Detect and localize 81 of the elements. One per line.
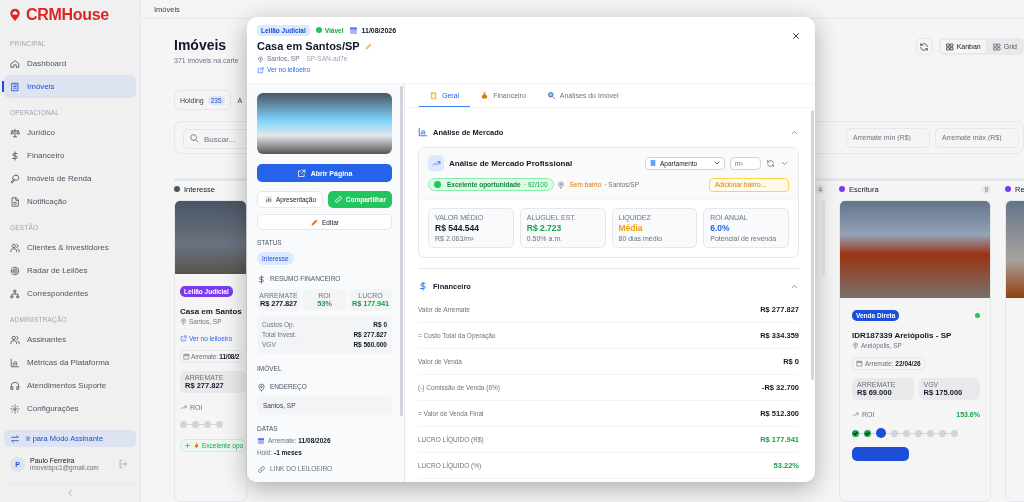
key-icon xyxy=(10,173,20,184)
link-icon xyxy=(333,195,343,204)
magnifier-icon xyxy=(546,90,556,100)
nav-item[interactable]: Imóveis xyxy=(4,75,136,98)
grid-icon xyxy=(945,42,954,51)
card-title: IDR187339 Areiópolis - SP xyxy=(852,331,953,340)
calendar-icon xyxy=(349,25,359,35)
action-button[interactable] xyxy=(852,447,909,461)
nav-item[interactable]: Métricas da Plataforma xyxy=(4,351,136,374)
nav-item[interactable]: Clientes & Investidores xyxy=(4,236,136,259)
metric-value: 6.0% xyxy=(710,223,731,233)
dollar-icon xyxy=(10,150,20,161)
nav-item[interactable]: Financeiro xyxy=(4,144,136,167)
location-pin-icon xyxy=(556,180,565,189)
viable-dot-icon xyxy=(315,27,322,33)
trend-up-icon xyxy=(180,404,187,411)
refresh-icon[interactable] xyxy=(766,158,775,168)
clipboard-icon xyxy=(429,90,438,100)
brand-name: CRMHouse xyxy=(26,5,109,24)
bar-chart-icon xyxy=(10,357,20,368)
building-icon xyxy=(10,81,20,92)
chevron-down-icon xyxy=(713,159,721,167)
nav-item[interactable]: Atendimentos Suporte xyxy=(4,374,136,397)
close-icon xyxy=(791,31,801,41)
link-icon xyxy=(257,464,266,474)
status-dot-icon xyxy=(434,181,441,188)
headset-icon xyxy=(10,380,20,391)
nav-item[interactable]: Correspondentes xyxy=(4,282,136,305)
money-bag-icon xyxy=(480,90,490,100)
users-icon xyxy=(10,242,20,253)
close-button[interactable] xyxy=(791,31,801,41)
trend-badge-icon xyxy=(428,155,444,171)
metric-value: R$ 544.544 xyxy=(435,223,480,233)
scale-icon xyxy=(10,127,20,138)
pencil-icon xyxy=(310,217,319,227)
external-link-icon xyxy=(180,335,187,342)
collapse-chevron-icon[interactable] xyxy=(65,488,75,498)
trend-up-icon xyxy=(852,411,859,418)
metric-value: Média xyxy=(618,223,644,233)
metric-value: R$ 2.723 xyxy=(526,223,563,233)
nav-item[interactable]: Configurações xyxy=(4,397,136,420)
refresh-icon xyxy=(919,41,930,52)
dollar-icon xyxy=(418,281,428,291)
plus-icon xyxy=(184,442,191,449)
nav-item[interactable]: Notificação xyxy=(4,190,136,213)
external-link-icon xyxy=(257,66,264,74)
modal-title: Casa em Santos/SP xyxy=(257,39,360,53)
card-title: Casa em Santos xyxy=(180,307,243,316)
bar-chart-icon xyxy=(418,127,428,137)
swap-arrows-icon xyxy=(10,433,20,444)
location-pin-icon xyxy=(180,318,187,325)
nav-item[interactable]: Jurídico xyxy=(4,121,136,144)
location-pin-icon xyxy=(257,55,264,63)
hierarchy-icon xyxy=(10,288,20,299)
refresh-button[interactable] xyxy=(915,38,933,55)
radar-icon xyxy=(10,265,20,276)
flame-icon xyxy=(193,442,200,449)
document-icon xyxy=(10,196,20,207)
grid-icon xyxy=(992,42,1001,51)
location-pin-icon xyxy=(852,342,859,349)
nav-item[interactable]: Assinantes xyxy=(4,328,136,351)
building-icon xyxy=(649,159,657,167)
pencil-icon[interactable] xyxy=(363,41,373,51)
search-icon xyxy=(189,132,199,143)
page-title: Imóveis xyxy=(174,36,228,55)
settings-icon xyxy=(10,403,20,414)
card-title: Análise de Mercado Profissional xyxy=(449,158,574,168)
bar-chart-icon xyxy=(263,195,273,204)
external-link-icon xyxy=(296,168,306,178)
location-pin-logo-icon xyxy=(8,6,22,23)
nav-item[interactable]: Radar de Leilões xyxy=(4,259,136,282)
nav-item[interactable]: Imóveis de Renda xyxy=(4,167,136,190)
location-pin-icon xyxy=(257,382,266,392)
logout-icon[interactable] xyxy=(118,459,128,469)
calendar-icon xyxy=(257,437,265,445)
nav-item[interactable]: Dashboard xyxy=(4,52,136,75)
dollar-icon xyxy=(257,274,266,284)
calendar-icon xyxy=(856,360,863,367)
users-icon xyxy=(10,334,20,345)
house-icon xyxy=(10,58,20,69)
calendar-icon xyxy=(183,353,190,360)
